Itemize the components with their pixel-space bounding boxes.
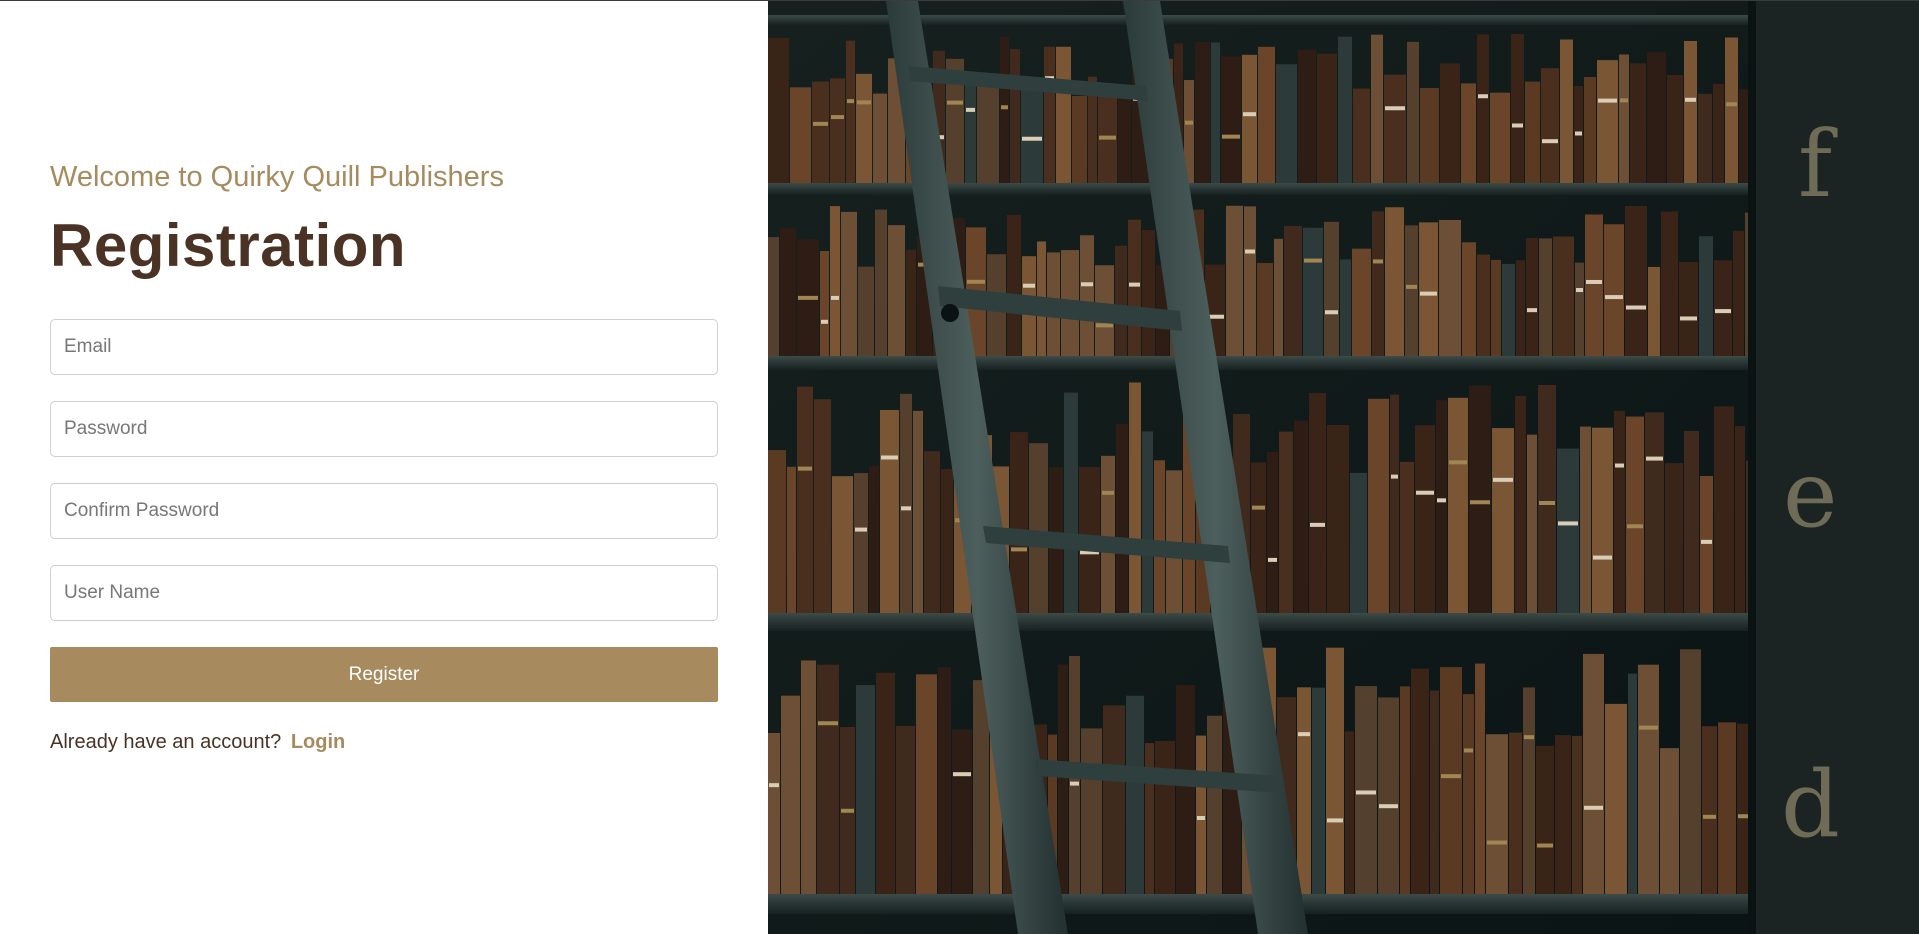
pillar-letter-d: d bbox=[1781, 751, 1840, 858]
login-link[interactable]: Login bbox=[291, 731, 345, 753]
email-field[interactable] bbox=[50, 319, 718, 375]
login-prompt: Already have an account? Login bbox=[50, 731, 345, 754]
pillar-letter-e: e bbox=[1783, 441, 1837, 548]
login-prompt-text: Already have an account? bbox=[50, 731, 282, 753]
welcome-heading: Welcome to Quirky Quill Publishers bbox=[50, 161, 504, 193]
confirm-password-field[interactable] bbox=[50, 483, 718, 539]
page-title: Registration bbox=[50, 212, 407, 279]
username-field[interactable] bbox=[50, 565, 718, 621]
library-bookshelf-illustration: f e d bbox=[768, 1, 1919, 934]
registration-panel: Welcome to Quirky Quill Publishers Regis… bbox=[0, 1, 768, 934]
register-button[interactable]: Register bbox=[50, 647, 718, 702]
library-image: f e d bbox=[768, 1, 1919, 934]
pillar-letter-f: f bbox=[1798, 111, 1838, 218]
password-field[interactable] bbox=[50, 401, 718, 457]
